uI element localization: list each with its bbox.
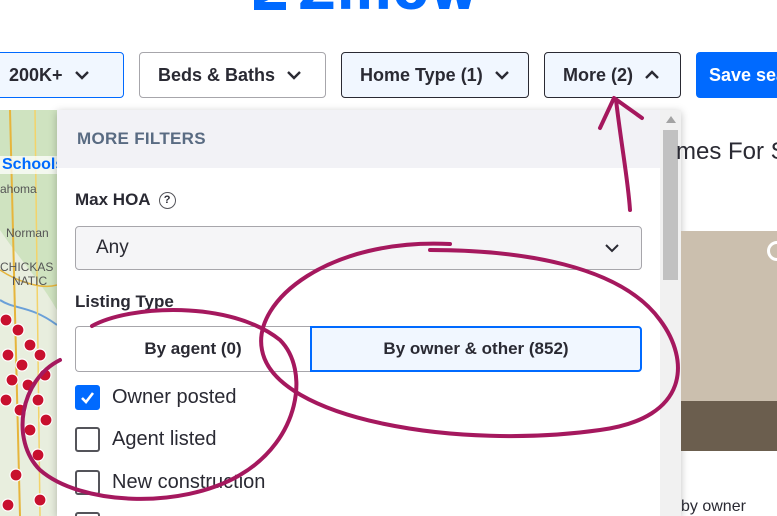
home-type-label: Home Type (1) (360, 64, 483, 85)
logo-text: Zillow (298, 0, 479, 18)
listing-photo[interactable] (681, 231, 777, 451)
filter-bar: 200K+ Beds & Baths Home Type (1) More (2… (0, 52, 777, 98)
next-checkbox[interactable] (75, 512, 100, 516)
map-place-label: NATIC (12, 274, 48, 288)
map-place-label: CHICKAS (0, 260, 54, 274)
max-hoa-select[interactable]: Any (75, 226, 642, 270)
max-hoa-value: Any (96, 237, 129, 258)
schools-layer-button[interactable]: Schools (0, 156, 57, 174)
photo-wall (681, 231, 777, 401)
help-icon[interactable]: ? (158, 191, 176, 209)
owner-posted-label: Owner posted (112, 386, 237, 408)
by-owner-toggle[interactable]: By owner & other (852) (310, 326, 642, 372)
price-filter-button[interactable]: 200K+ (0, 52, 124, 98)
beds-baths-filter-button[interactable]: Beds & Baths (139, 52, 326, 98)
more-filter-button[interactable]: More (2) (544, 52, 681, 98)
chevron-down-icon (605, 244, 619, 253)
chevron-down-icon (74, 71, 89, 80)
listing-type-toggle: By agent (0) By owner & other (852) (75, 326, 642, 372)
beds-baths-label: Beds & Baths (158, 64, 276, 85)
save-search-button[interactable]: Save sea (696, 52, 777, 98)
panel-scrollbar[interactable] (660, 110, 681, 516)
chevron-down-icon (287, 71, 301, 80)
next-checkbox-row[interactable] (75, 512, 100, 516)
zillow-logo[interactable]: Zillow (250, 0, 479, 18)
agent-listed-checkbox[interactable] (75, 427, 100, 452)
map[interactable]: Schools ahoma Norman CHICKAS NATIC (0, 110, 57, 516)
checkmark-icon (81, 392, 95, 404)
scroll-up-icon[interactable] (666, 116, 676, 123)
more-filter-label: More (2) (563, 64, 634, 85)
agent-listed-checkbox-row[interactable]: Agent listed (75, 427, 217, 452)
home-type-filter-button[interactable]: Home Type (1) (341, 52, 529, 98)
owner-posted-checkbox-row[interactable]: Owner posted (75, 385, 237, 410)
new-construction-label: New construction (112, 471, 266, 493)
max-hoa-label: Max HOA ? (75, 190, 176, 210)
more-filters-header: MORE FILTERS (57, 110, 681, 168)
more-filters-panel: MORE FILTERS Max HOA ? Any Listing Type … (57, 110, 681, 516)
chevron-up-icon (645, 70, 659, 79)
listings-title: mes For S (676, 138, 777, 165)
agent-listed-label: Agent listed (112, 428, 217, 450)
map-place-label: ahoma (0, 182, 37, 196)
new-construction-checkbox-row[interactable]: New construction (75, 470, 265, 495)
new-construction-checkbox[interactable] (75, 470, 100, 495)
zillow-logo-icon (254, 0, 286, 10)
save-search-label: Save sea (709, 64, 777, 85)
price-filter-label: 200K+ (9, 64, 63, 85)
listing-type-label: Listing Type (75, 292, 174, 311)
by-agent-toggle[interactable]: By agent (0) (75, 326, 310, 372)
owner-posted-checkbox[interactable] (75, 385, 100, 410)
chevron-down-icon (494, 71, 509, 80)
listing-caption: by owner (681, 498, 746, 515)
max-hoa-label-text: Max HOA (75, 190, 151, 209)
photo-floor (681, 401, 777, 451)
map-place-label: Norman (6, 226, 49, 240)
